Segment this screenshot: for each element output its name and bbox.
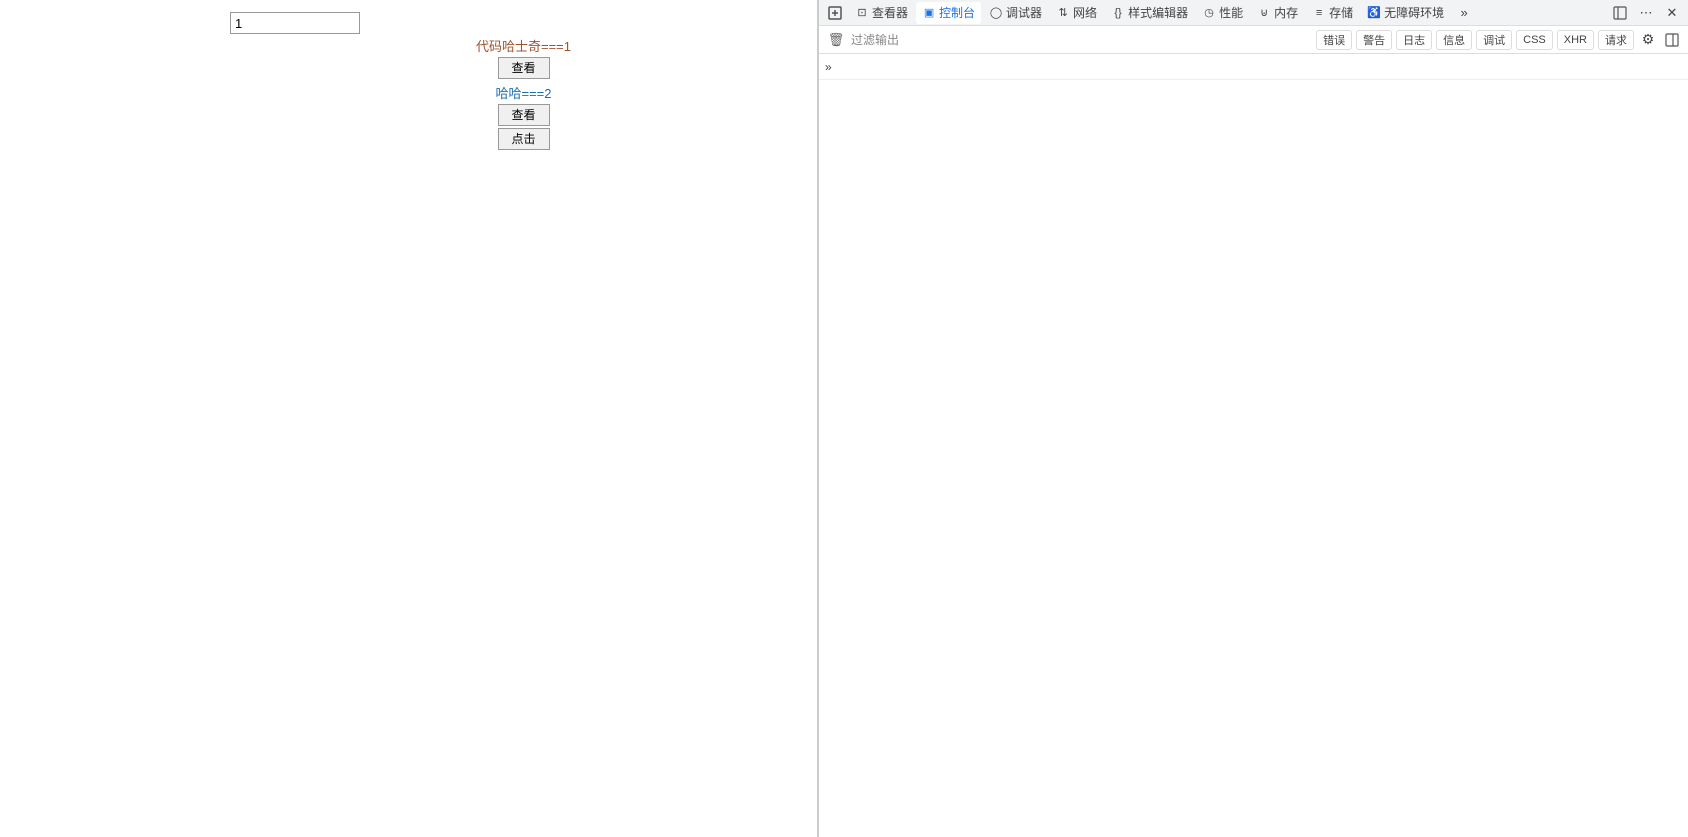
- console-expand-bar: »: [819, 54, 1688, 80]
- ellipsis-icon: ⋯: [1640, 5, 1653, 21]
- text-line-1: 代码哈士奇===1: [230, 36, 817, 55]
- css-filter-btn[interactable]: CSS: [1516, 30, 1553, 50]
- console-output-area: [819, 80, 1688, 837]
- more-chevron: »: [1461, 5, 1468, 20]
- info-filter-btn[interactable]: 信息: [1436, 30, 1472, 50]
- view-button-2[interactable]: 查看: [498, 104, 550, 126]
- tab-style-editor[interactable]: {} 样式编辑器: [1105, 2, 1194, 24]
- xhr-filter-btn[interactable]: XHR: [1557, 30, 1594, 50]
- click-button[interactable]: 点击: [498, 128, 550, 150]
- sidebar-toggle-icon[interactable]: [1662, 30, 1682, 50]
- tab-console-label: 控制台: [939, 4, 975, 21]
- warnings-filter-btn[interactable]: 警告: [1356, 30, 1392, 50]
- content-inner: 代码哈士奇===1 查看 哈哈===2 查看 点击: [0, 8, 817, 150]
- performance-icon: ◷: [1202, 6, 1216, 20]
- settings-icon[interactable]: ⚙: [1638, 30, 1658, 50]
- close-x-icon: ✕: [1667, 5, 1678, 21]
- devtools-filter-bar: 🗑 过滤输出 错误 警告 日志 信息 调试 CSS XHR 请求 ⚙: [819, 26, 1688, 54]
- tab-inspector[interactable]: ⊡ 查看器: [849, 2, 914, 24]
- logs-filter-btn[interactable]: 日志: [1396, 30, 1432, 50]
- inspector-icon: ⊡: [855, 6, 869, 20]
- filter-buttons: 错误 警告 日志 信息 调试 CSS XHR 请求 ⚙: [1316, 30, 1682, 50]
- tab-style-editor-label: 样式编辑器: [1128, 4, 1188, 21]
- clear-console-icon[interactable]: 🗑: [825, 29, 847, 51]
- devtools-toolbar: ⊡ 查看器 ▣ 控制台 ◯ 调试器 ⇅ 网络 {} 样式编辑器 ◷ 性能 ⊍ 内…: [819, 0, 1688, 26]
- tab-debugger[interactable]: ◯ 调试器: [983, 2, 1048, 24]
- tab-debugger-label: 调试器: [1006, 4, 1042, 21]
- tab-accessibility[interactable]: ♿ 无障碍环境: [1361, 2, 1450, 24]
- tab-memory[interactable]: ⊍ 内存: [1251, 2, 1304, 24]
- style-editor-icon: {}: [1111, 6, 1125, 20]
- tab-memory-label: 内存: [1274, 4, 1298, 21]
- dock-left-icon[interactable]: [1608, 2, 1632, 24]
- tab-inspector-label: 查看器: [872, 4, 908, 21]
- text-line-2: 哈哈===2: [230, 83, 817, 102]
- tab-performance[interactable]: ◷ 性能: [1196, 2, 1249, 24]
- tab-accessibility-label: 无障碍环境: [1384, 4, 1444, 21]
- expand-chevron[interactable]: »: [825, 60, 832, 74]
- debugger-icon: ◯: [989, 6, 1003, 20]
- more-options-icon[interactable]: ⋯: [1634, 2, 1658, 24]
- requests-filter-btn[interactable]: 请求: [1598, 30, 1634, 50]
- view-button-1[interactable]: 查看: [498, 57, 550, 79]
- network-icon: ⇅: [1056, 6, 1070, 20]
- errors-filter-btn[interactable]: 错误: [1316, 30, 1352, 50]
- tab-network-label: 网络: [1073, 4, 1097, 21]
- tab-storage[interactable]: ≡ 存储: [1306, 2, 1359, 24]
- filter-output-text: 过滤输出: [851, 31, 899, 48]
- tab-storage-label: 存储: [1329, 4, 1353, 21]
- browser-content: 代码哈士奇===1 查看 哈哈===2 查看 点击: [0, 0, 818, 837]
- inspect-icon[interactable]: [823, 2, 847, 24]
- debug-filter-btn[interactable]: 调试: [1476, 30, 1512, 50]
- number-input[interactable]: [230, 12, 360, 34]
- storage-icon: ≡: [1312, 6, 1326, 20]
- accessibility-icon: ♿: [1367, 6, 1381, 20]
- more-tabs-icon[interactable]: »: [1452, 2, 1476, 24]
- close-devtools-icon[interactable]: ✕: [1660, 2, 1684, 24]
- tab-network[interactable]: ⇅ 网络: [1050, 2, 1103, 24]
- devtools-panel: ⊡ 查看器 ▣ 控制台 ◯ 调试器 ⇅ 网络 {} 样式编辑器 ◷ 性能 ⊍ 内…: [818, 0, 1688, 837]
- console-icon: ▣: [922, 6, 936, 20]
- tab-performance-label: 性能: [1219, 4, 1243, 21]
- memory-icon: ⊍: [1257, 6, 1271, 20]
- toolbar-right: ⋯ ✕: [1608, 2, 1684, 24]
- tab-console[interactable]: ▣ 控制台: [916, 2, 981, 24]
